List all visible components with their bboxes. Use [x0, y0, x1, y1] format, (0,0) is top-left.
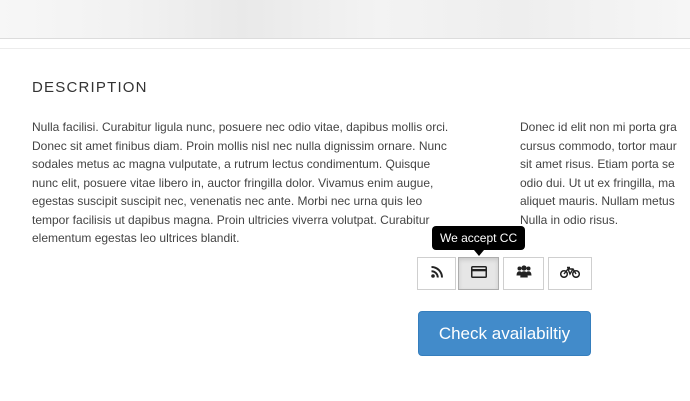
header-banner-image [0, 0, 690, 39]
amenity-button-credit-card[interactable] [458, 257, 499, 290]
amenity-button-users[interactable] [503, 257, 544, 290]
users-icon [516, 264, 532, 283]
rss-icon [430, 265, 443, 283]
description-text-left: Nulla facilisi. Curabitur ligula nunc, p… [32, 120, 449, 245]
amenity-button-bicycle[interactable] [548, 257, 592, 290]
check-availability-button[interactable]: Check availabiltiy [418, 311, 591, 356]
tooltip-arrow [474, 250, 484, 256]
credit-card-icon [470, 265, 487, 283]
divider [0, 48, 690, 49]
section-title: DESCRIPTION [32, 79, 148, 96]
bicycle-icon [559, 265, 581, 283]
description-text-right: Donec id elit non mi porta gra cursus co… [520, 120, 677, 227]
amenity-button-rss[interactable] [417, 257, 456, 290]
tooltip: We accept CC [432, 226, 526, 250]
